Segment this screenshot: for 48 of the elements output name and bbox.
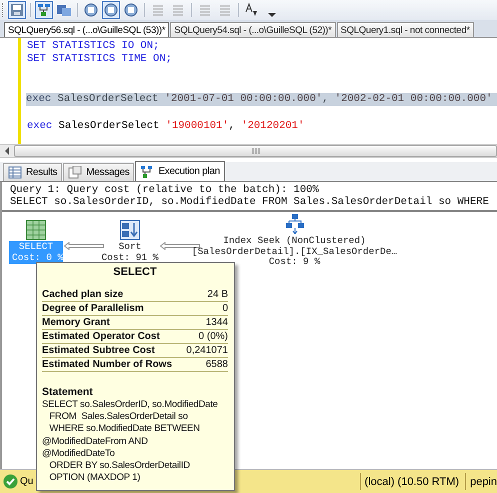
tree-icon xyxy=(286,214,304,234)
document-tab[interactable]: SQLQuery1.sql - not connected* xyxy=(336,22,474,37)
grip-icon xyxy=(252,148,260,154)
query-header-line: SELECT so.SalesOrderID, so.ModifiedDate FROM Sales.SalesOrderDetail so WHERE xyxy=(10,196,490,208)
document-tab[interactable]: SQLQuery56.sql - (...o\GuilleSQL (53))* xyxy=(4,22,170,37)
grid-icon xyxy=(8,166,22,179)
statement-line: SELECT so.SalesOrderID, so.ModifiedDate xyxy=(42,399,219,412)
document-tab[interactable]: SQLQuery54.sql - (...o\GuilleSQL (52))* xyxy=(170,22,336,37)
code-line: exec SalesOrderSelect '19000101', '20120201' xyxy=(27,120,306,134)
property-value: 24 B xyxy=(207,289,228,301)
statement-line: @ModifiedDateTo xyxy=(42,448,116,460)
property-name: Degree of Parallelism xyxy=(42,303,144,315)
statement-line: @ModifiedDateFrom AND xyxy=(42,436,149,448)
result-tab[interactable]: Messages xyxy=(63,163,134,181)
plan-node-label[interactable]: Index Seek (NonClustered) [SalesOrderDetail].[IX_SalesOrderDe… Cost: 9 % xyxy=(188,235,400,268)
user-name: pepin xyxy=(470,476,497,488)
sort-icon xyxy=(120,220,140,240)
property-value: 1344 xyxy=(206,317,228,329)
code-line: SET STATISTICS IO ON; xyxy=(27,40,160,54)
query-header-line: Query 1: Query cost (relative to the batch): 100% xyxy=(10,184,320,196)
property-value: 0 (0%) xyxy=(198,331,228,343)
server-name: (local) (10.50 RTM) xyxy=(364,476,460,488)
property-value: 0 xyxy=(222,303,228,315)
property-value: 0,241071 xyxy=(186,345,228,357)
property-name: Memory Grant xyxy=(42,317,110,329)
save-icon[interactable] xyxy=(8,1,26,19)
statement-line: ORDER BY so.SalesOrderDetailID xyxy=(48,460,191,472)
result-tab[interactable]: Execution plan xyxy=(135,161,225,181)
check-icon xyxy=(3,474,18,489)
plan-node-label[interactable]: Sort Cost: 91 % xyxy=(98,241,162,264)
statement-line: FROM Sales.SalesOrderDetail so xyxy=(48,411,189,424)
code-line: SET STATISTICS TIME ON; xyxy=(27,53,173,67)
status-message: Qu xyxy=(20,476,34,487)
property-name: Estimated Operator Cost xyxy=(42,331,160,343)
property-name: Estimated Number of Rows xyxy=(42,359,172,371)
property-name: Cached plan size xyxy=(42,289,124,301)
property-name: Estimated Subtree Cost xyxy=(42,345,155,357)
table-icon xyxy=(26,220,46,240)
horizontal-scrollbar[interactable] xyxy=(0,144,497,158)
document-icon xyxy=(68,166,82,179)
statement-line: WHERE so.ModifiedDate BETWEEN xyxy=(48,423,201,436)
statement-line: OPTION (MAXDOP 1) xyxy=(48,472,142,484)
result-tab[interactable]: Results xyxy=(3,163,62,181)
property-value: 6588 xyxy=(206,359,228,371)
diagram-icon xyxy=(140,165,154,178)
statement-heading: Statement xyxy=(42,386,94,399)
tooltip-title: SELECT xyxy=(112,266,158,278)
arrow-icon xyxy=(64,242,104,250)
